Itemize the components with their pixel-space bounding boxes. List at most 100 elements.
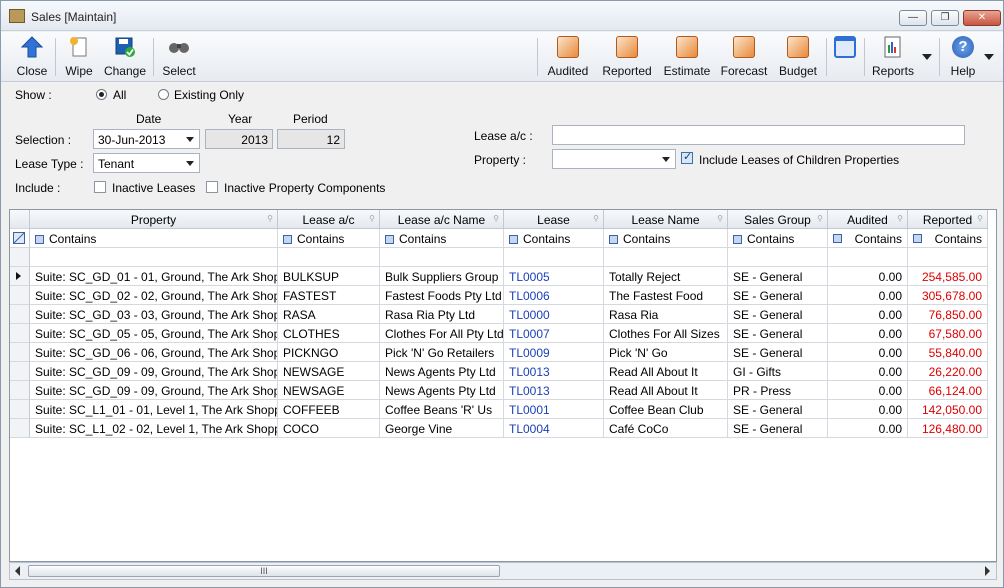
cell-audited[interactable]: 0.00 (828, 286, 908, 305)
cell-reported[interactable]: 76,850.00 (908, 305, 988, 324)
cell-lease-name[interactable]: Totally Reject (604, 267, 728, 286)
audited-button[interactable]: Audited (542, 34, 594, 80)
column-header[interactable]: Lease ⚲ (504, 210, 604, 229)
cell-lease[interactable]: TL0007 (504, 324, 604, 343)
cell-audited[interactable]: 0.00 (828, 362, 908, 381)
table-row[interactable]: Suite: SC_L1_01 - 01, Level 1, The Ark S… (10, 400, 996, 420)
filter-operator-icon[interactable] (385, 235, 394, 244)
row-selector[interactable] (10, 248, 30, 267)
cell-lease[interactable]: TL0013 (504, 381, 604, 400)
empty-cell[interactable] (278, 248, 380, 267)
close-button[interactable]: Close (11, 34, 53, 80)
empty-cell[interactable] (30, 248, 278, 267)
empty-cell[interactable] (908, 248, 988, 267)
inactive-leases-checkbox[interactable] (94, 181, 106, 193)
cell-property[interactable]: Suite: SC_GD_09 - 09, Ground, The Ark Sh… (30, 362, 278, 381)
cell-audited[interactable]: 0.00 (828, 324, 908, 343)
cell-reported[interactable]: 66,124.00 (908, 381, 988, 400)
column-header[interactable]: Reported ⚲ (908, 210, 988, 229)
help-button[interactable]: ? Help (943, 34, 983, 80)
filter-operator-icon[interactable] (509, 235, 518, 244)
column-filter-icon[interactable]: ⚲ (369, 214, 375, 223)
cell-property[interactable]: Suite: SC_GD_05 - 05, Ground, The Ark Sh… (30, 324, 278, 343)
cell-lease-a-c-name[interactable]: Bulk Suppliers Group (380, 267, 504, 286)
filter-cell[interactable]: Contains (828, 229, 908, 248)
filter-operator-icon[interactable] (733, 235, 742, 244)
window-layout-button[interactable] (830, 34, 860, 80)
cell-property[interactable]: Suite: SC_GD_01 - 01, Ground, The Ark Sh… (30, 267, 278, 286)
scroll-left-arrow-icon[interactable] (15, 566, 20, 576)
cell-lease-a-c[interactable]: FASTEST (278, 286, 380, 305)
cell-lease[interactable]: TL0009 (504, 343, 604, 362)
cell-lease-name[interactable]: The Fastest Food (604, 286, 728, 305)
property-dropdown[interactable] (552, 149, 676, 169)
filter-operator-icon[interactable] (609, 235, 618, 244)
table-row[interactable]: Suite: SC_GD_09 - 09, Ground, The Ark Sh… (10, 362, 996, 382)
column-header[interactable]: Lease a/c ⚲ (278, 210, 380, 229)
cell-lease-a-c[interactable]: PICKNGO (278, 343, 380, 362)
cell-lease-a-c-name[interactable]: News Agents Pty Ltd (380, 381, 504, 400)
wipe-button[interactable]: Wipe (59, 34, 99, 80)
column-filter-icon[interactable]: ⚲ (817, 214, 823, 223)
filter-cell[interactable]: Contains (278, 229, 380, 248)
existing-only-radio[interactable] (158, 89, 169, 100)
empty-cell[interactable] (504, 248, 604, 267)
lease-ac-input[interactable] (552, 125, 965, 145)
row-selector[interactable] (10, 343, 30, 362)
cell-audited[interactable]: 0.00 (828, 343, 908, 362)
cell-reported[interactable]: 142,050.00 (908, 400, 988, 419)
cell-lease-name[interactable]: Rasa Ria (604, 305, 728, 324)
filter-cell[interactable]: Contains (728, 229, 828, 248)
cell-sales-group[interactable]: SE - General (728, 286, 828, 305)
column-filter-icon[interactable]: ⚲ (493, 214, 499, 223)
budget-button[interactable]: Budget (775, 34, 821, 80)
cell-property[interactable]: Suite: SC_GD_03 - 03, Ground, The Ark Sh… (30, 305, 278, 324)
empty-cell[interactable] (828, 248, 908, 267)
cell-lease-a-c-name[interactable]: Clothes For All Pty Ltd (380, 324, 504, 343)
cell-audited[interactable]: 0.00 (828, 419, 908, 438)
table-row[interactable]: Suite: SC_GD_03 - 03, Ground, The Ark Sh… (10, 305, 996, 325)
row-selector[interactable] (10, 324, 30, 343)
column-filter-icon[interactable]: ⚲ (593, 214, 599, 223)
filter-cell[interactable]: Contains (30, 229, 278, 248)
cell-sales-group[interactable]: SE - General (728, 343, 828, 362)
empty-cell[interactable] (380, 248, 504, 267)
cell-sales-group[interactable]: SE - General (728, 400, 828, 419)
cell-audited[interactable]: 0.00 (828, 381, 908, 400)
reports-button[interactable]: Reports (868, 34, 918, 80)
cell-sales-group[interactable]: SE - General (728, 267, 828, 286)
cell-property[interactable]: Suite: SC_GD_09 - 09, Ground, The Ark Sh… (30, 381, 278, 400)
cell-lease-a-c-name[interactable]: Pick 'N' Go Retailers (380, 343, 504, 362)
cell-lease-a-c[interactable]: BULKSUP (278, 267, 380, 286)
cell-lease-a-c-name[interactable]: Rasa Ria Pty Ltd (380, 305, 504, 324)
cell-reported[interactable]: 67,580.00 (908, 324, 988, 343)
column-header[interactable]: Property ⚲ (30, 210, 278, 229)
table-row[interactable]: Suite: SC_GD_05 - 05, Ground, The Ark Sh… (10, 324, 996, 344)
cell-lease[interactable]: TL0005 (504, 267, 604, 286)
cell-audited[interactable]: 0.00 (828, 267, 908, 286)
cell-reported[interactable]: 254,585.00 (908, 267, 988, 286)
column-header[interactable]: Sales Group ⚲ (728, 210, 828, 229)
table-row[interactable]: Suite: SC_GD_06 - 06, Ground, The Ark Sh… (10, 343, 996, 363)
cell-property[interactable]: Suite: SC_GD_06 - 06, Ground, The Ark Sh… (30, 343, 278, 362)
row-selector[interactable] (10, 305, 30, 324)
cell-lease[interactable]: TL0004 (504, 419, 604, 438)
column-filter-icon[interactable]: ⚲ (717, 214, 723, 223)
cell-property[interactable]: Suite: SC_GD_02 - 02, Ground, The Ark Sh… (30, 286, 278, 305)
cell-lease-name[interactable]: Pick 'N' Go (604, 343, 728, 362)
row-selector[interactable] (10, 419, 30, 438)
filter-cell[interactable]: Contains (380, 229, 504, 248)
lease-type-dropdown[interactable]: Tenant (93, 153, 200, 173)
filter-operator-icon[interactable] (35, 235, 44, 244)
reported-button[interactable]: Reported (599, 34, 655, 80)
select-button[interactable]: Select (157, 34, 201, 80)
reports-dropdown-arrow[interactable] (922, 54, 932, 60)
show-all-radio[interactable] (96, 89, 107, 100)
change-button[interactable]: Change (101, 34, 149, 80)
table-row[interactable]: Suite: SC_GD_02 - 02, Ground, The Ark Sh… (10, 286, 996, 306)
cell-lease-a-c[interactable]: RASA (278, 305, 380, 324)
scroll-thumb[interactable]: III (28, 565, 500, 577)
cell-reported[interactable]: 126,480.00 (908, 419, 988, 438)
row-selector[interactable] (10, 362, 30, 381)
cell-sales-group[interactable]: SE - General (728, 419, 828, 438)
